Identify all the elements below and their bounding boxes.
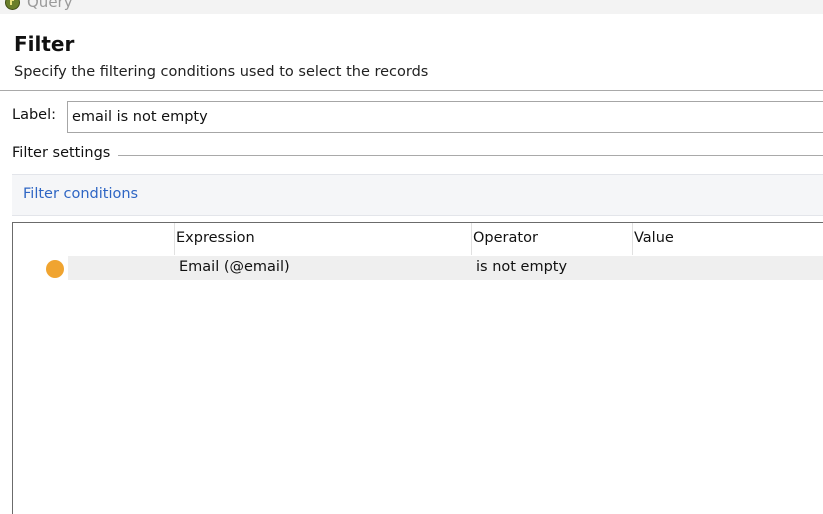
cell-expression[interactable]: Email (@email) xyxy=(179,259,290,275)
grid-header: Expression Operator Value xyxy=(13,223,823,255)
column-header-value[interactable]: Value xyxy=(634,230,674,246)
filter-conditions-link[interactable]: Filter conditions xyxy=(23,186,138,202)
app-logo-icon xyxy=(5,0,20,10)
column-header-operator[interactable]: Operator xyxy=(473,230,538,246)
status-dot-icon xyxy=(46,260,64,278)
cell-operator[interactable]: is not empty xyxy=(476,259,567,275)
query-window: Query Filter Specify the filtering condi… xyxy=(0,0,823,514)
column-separator[interactable] xyxy=(471,223,472,255)
title-bar: Query xyxy=(0,0,823,14)
page-subtitle: Specify the filtering conditions used to… xyxy=(14,64,429,80)
column-separator[interactable] xyxy=(174,223,175,255)
conditions-grid[interactable]: Expression Operator Value Email (@email)… xyxy=(12,222,823,514)
filter-settings-title: Filter settings xyxy=(12,145,114,161)
label-field-caption: Label: xyxy=(12,107,57,123)
dialog-header: Filter Specify the filtering conditions … xyxy=(0,14,823,90)
column-header-expression[interactable]: Expression xyxy=(176,230,255,246)
label-row: Label: xyxy=(0,100,823,134)
column-separator[interactable] xyxy=(632,223,633,255)
header-divider xyxy=(0,90,823,91)
filter-conditions-header: Filter conditions xyxy=(12,174,823,216)
label-input[interactable] xyxy=(67,101,823,133)
window-title: Query xyxy=(27,0,73,11)
group-divider xyxy=(118,155,823,156)
table-row[interactable]: Email (@email) is not empty xyxy=(68,256,823,280)
page-title: Filter xyxy=(14,32,75,56)
